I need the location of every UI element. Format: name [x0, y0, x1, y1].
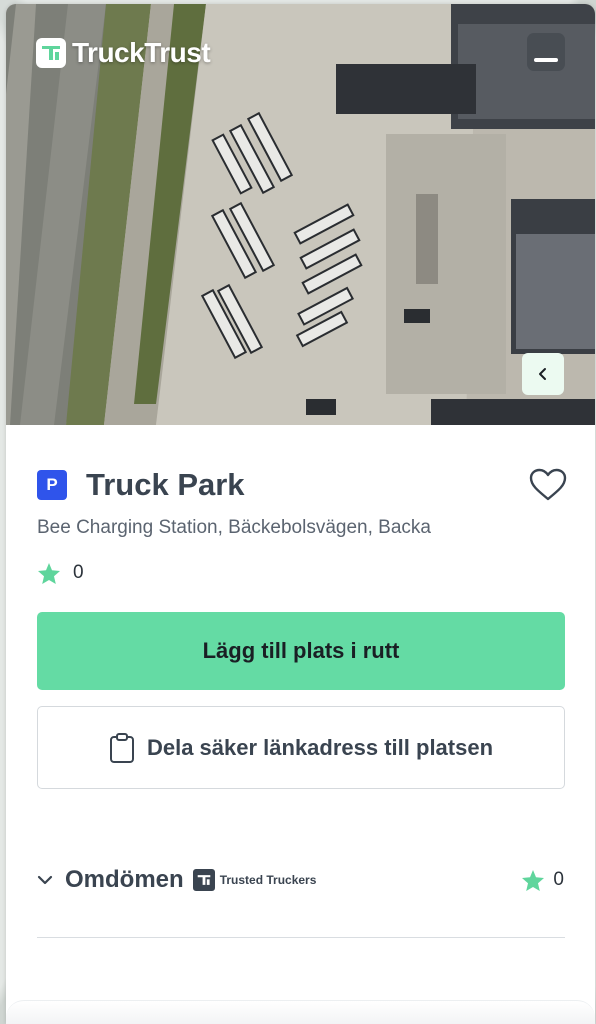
- minimize-button[interactable]: [527, 33, 565, 71]
- star-icon: [38, 562, 60, 584]
- clipboard-icon: [109, 732, 135, 764]
- add-to-route-button[interactable]: Lägg till plats i rutt: [37, 612, 565, 690]
- rating-value: 0: [73, 562, 84, 583]
- parking-type-badge: P: [37, 470, 67, 500]
- brand-name: TruckTrust: [72, 37, 211, 68]
- brand-logo[interactable]: TruckTrust: [36, 37, 211, 69]
- place-details-panel: TruckTrust P Truck Park Bee Charging Sta…: [6, 4, 595, 1024]
- place-rating: 0: [37, 559, 564, 587]
- favorite-button[interactable]: [528, 465, 568, 505]
- star-icon: [522, 869, 545, 891]
- trusted-truckers-label: Trusted Truckers: [219, 873, 317, 887]
- divider: [37, 937, 565, 938]
- minimize-icon: [534, 58, 558, 62]
- reviews-rating: 0: [521, 869, 564, 892]
- reviews-rating-value: 0: [553, 869, 564, 890]
- place-photo: TruckTrust: [6, 4, 595, 425]
- trucktrust-logo-icon: [192, 869, 215, 891]
- trusted-truckers-logo: Trusted Truckers: [192, 869, 317, 891]
- reviews-section-header[interactable]: Omdömen Trusted Truckers 0: [37, 862, 564, 898]
- share-link-label: Dela säker länkadress till platsen: [146, 734, 494, 760]
- place-address: Bee Charging Station, Bäckebolsvägen, Ba…: [37, 517, 431, 538]
- bottom-sheet-handle[interactable]: [6, 1000, 595, 1024]
- collapse-panel-button[interactable]: [522, 353, 564, 395]
- reviews-title: Omdömen: [65, 866, 184, 893]
- heart-outline-icon: [529, 468, 567, 501]
- chevron-down-icon: [37, 875, 55, 885]
- place-title: Truck Park: [86, 467, 245, 502]
- title-row: P Truck Park: [37, 465, 567, 505]
- chevron-left-icon: [539, 368, 546, 380]
- place-details: P Truck Park Bee Charging Station, Bäcke…: [6, 465, 595, 938]
- trucktrust-logo-icon: [36, 38, 66, 68]
- share-link-button[interactable]: Dela säker länkadress till platsen: [37, 706, 565, 789]
